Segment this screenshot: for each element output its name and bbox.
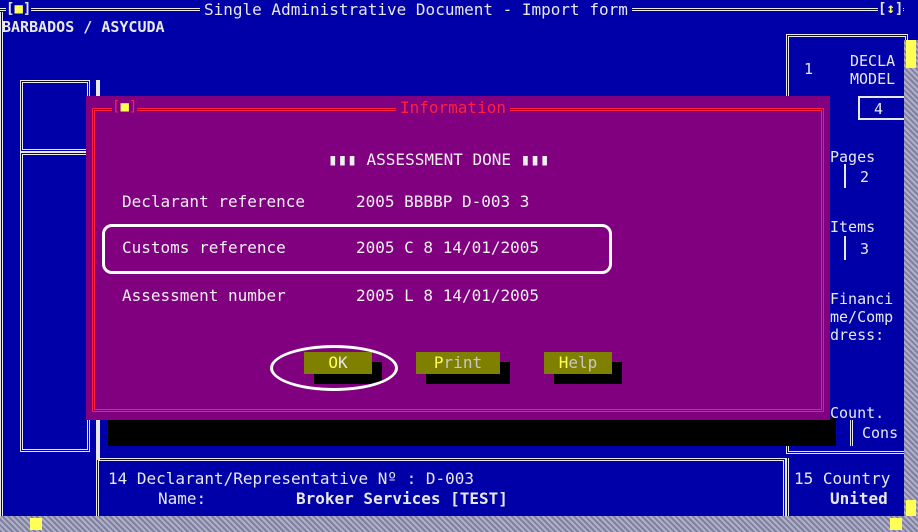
window-close-control[interactable]: [■]: [6, 0, 32, 18]
declarant-reference-label: Declarant reference: [122, 192, 306, 211]
ok-button-highlight: [270, 345, 398, 391]
model-label: MODEL: [850, 70, 896, 88]
model-value: 4: [874, 100, 884, 118]
scroll-thumb[interactable]: [906, 500, 916, 516]
count-label: Count.: [830, 404, 885, 422]
scroll-right-arrow[interactable]: [890, 518, 902, 530]
customs-reference-highlight: [102, 224, 612, 274]
vertical-scrollbar[interactable]: [904, 40, 918, 516]
assessment-number-label: Assessment number: [122, 286, 286, 305]
close-icon: ■: [120, 99, 129, 115]
dialog-heading: ▮▮▮ ASSESSMENT DONE ▮▮▮: [328, 150, 550, 169]
help-button[interactable]: Help: [544, 352, 612, 374]
window-left-border: [0, 12, 7, 516]
window-title: Single Administrative Document - Import …: [200, 0, 632, 20]
zoom-icon: ↕: [886, 1, 895, 17]
scroll-left-arrow[interactable]: [30, 518, 42, 530]
country-label: 15 Country: [794, 469, 891, 488]
left-panel-lower: [20, 152, 90, 452]
financial-label-2: me/Comp: [830, 308, 894, 326]
window-zoom-control[interactable]: [↕]: [878, 0, 904, 18]
name-label: Name:: [158, 489, 207, 508]
pages-value: 2: [860, 168, 870, 186]
dialog-close-control[interactable]: [■]: [112, 98, 138, 116]
close-icon: ■: [14, 1, 23, 17]
horizontal-scrollbar[interactable]: [0, 516, 918, 532]
items-label: Items: [830, 218, 876, 236]
declarant-reference-value: 2005 BBBBP D-003 3: [356, 192, 530, 211]
items-value-box: [844, 236, 906, 260]
help-hotkey: H: [558, 353, 569, 372]
print-button[interactable]: Print: [416, 352, 500, 374]
cons-divider: [850, 420, 857, 446]
bottom-panel: [96, 458, 786, 518]
declarant-label: 14 Declarant/Representative Nº : D-003: [108, 469, 475, 488]
name-value: Broker Services [TEST]: [296, 489, 508, 508]
print-hotkey: P: [433, 353, 444, 372]
items-value: 3: [860, 240, 870, 258]
cons-label: Cons: [862, 424, 899, 442]
print-label-rest: rint: [443, 353, 483, 372]
dialog-title: Information: [396, 98, 510, 118]
left-panel-upper: [20, 80, 90, 152]
assessment-number-value: 2005 L 8 14/01/2005: [356, 286, 540, 305]
financial-label-1: Financi: [830, 290, 894, 308]
country-value: United: [830, 489, 888, 508]
help-label-rest: elp: [568, 353, 598, 372]
pages-value-box: [844, 164, 906, 188]
scroll-up-arrow[interactable]: [906, 40, 916, 68]
dialog-shadow: [108, 418, 836, 446]
box1-number: 1: [804, 60, 814, 78]
declaration-label: DECLA: [850, 52, 896, 70]
financial-label-3: dress:: [830, 326, 885, 344]
country-divider: [786, 458, 793, 516]
app-subtitle: BARBADOS / ASYCUDA: [2, 18, 165, 36]
